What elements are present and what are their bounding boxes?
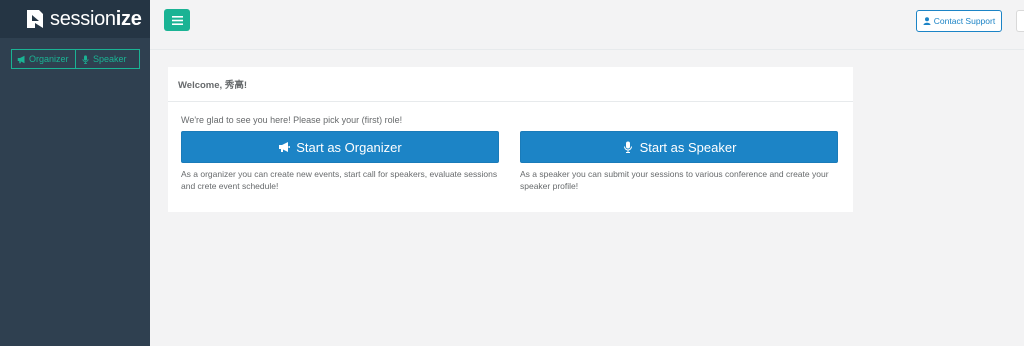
contact-support-label: Contact Support <box>933 16 996 26</box>
start-as-speaker-label: Start as Speaker <box>639 139 737 155</box>
speaker-role-button[interactable]: Speaker <box>75 49 140 69</box>
start-as-organizer-button[interactable]: Start as Organizer <box>181 131 499 163</box>
panel-title: Welcome, 秀高! <box>168 67 853 102</box>
cut-off-button[interactable] <box>1016 10 1024 32</box>
microphone-icon <box>82 54 89 64</box>
start-as-organizer-label: Start as Organizer <box>296 139 402 155</box>
brand-name: sessionize <box>50 8 142 30</box>
welcome-panel: Welcome, 秀高! We're glad to see you here!… <box>168 67 853 212</box>
speaker-description: As a speaker you can submit your session… <box>520 169 829 191</box>
menu-toggle-button[interactable] <box>164 9 190 31</box>
hamburger-icon <box>171 15 183 25</box>
brand[interactable]: sessionize <box>0 0 150 38</box>
start-as-speaker-button[interactable]: Start as Speaker <box>520 131 838 163</box>
role-switch: Organizer Speaker <box>11 49 140 69</box>
organizer-description: As a organizer you can create new events… <box>181 169 498 191</box>
organizer-role-label: Organizer <box>29 54 69 64</box>
contact-support-button[interactable]: Contact Support <box>916 10 1002 32</box>
megaphone-icon <box>17 55 25 63</box>
microphone-icon <box>623 141 632 153</box>
topbar: Contact Support <box>150 0 1024 50</box>
user-icon <box>923 17 931 25</box>
intro-text: We're glad to see you here! Please pick … <box>181 115 403 125</box>
speaker-role-label: Speaker <box>93 54 127 64</box>
sidebar: sessionize Organizer Speaker <box>0 0 150 346</box>
organizer-role-button[interactable]: Organizer <box>11 49 76 69</box>
megaphone-icon <box>279 142 291 152</box>
sessionize-logo-icon <box>27 10 43 28</box>
